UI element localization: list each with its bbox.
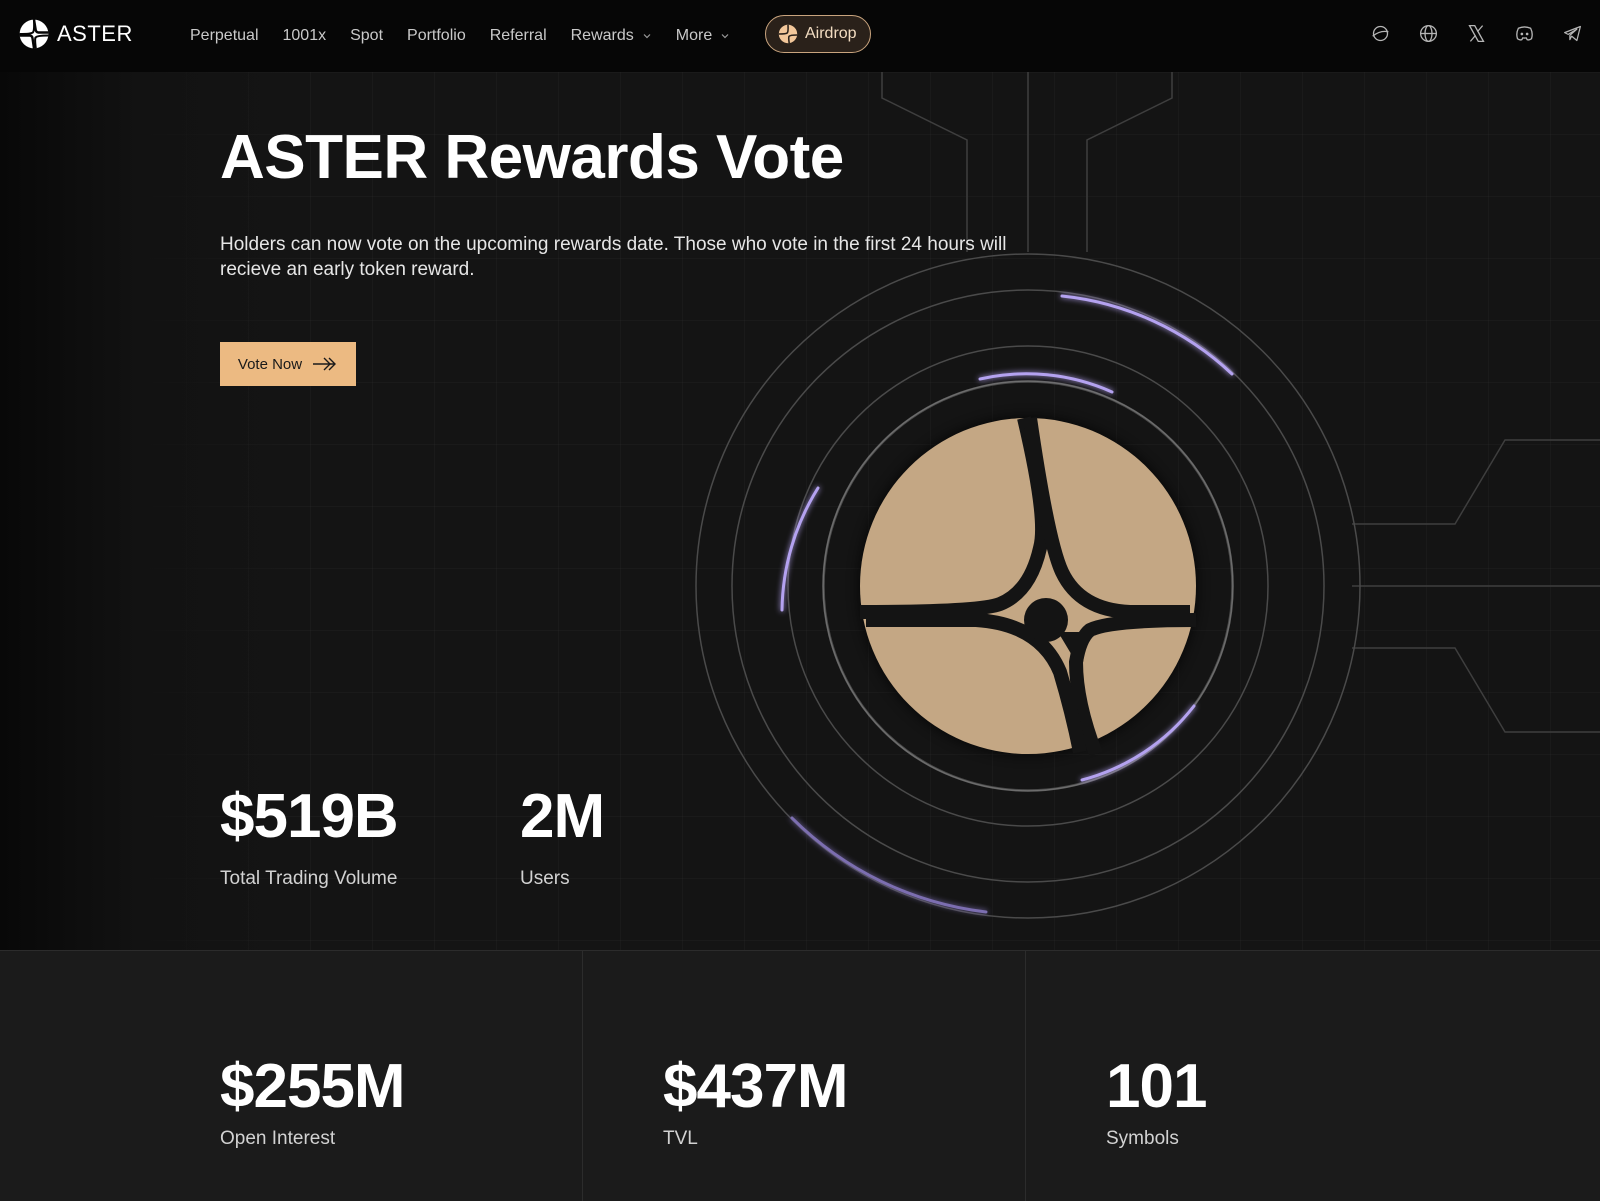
- main-nav: Perpetual 1001x Spot Portfolio Referral …: [190, 0, 754, 72]
- airdrop-button[interactable]: Airdrop: [765, 15, 871, 53]
- globe-icon[interactable]: [1412, 17, 1444, 49]
- nav-item-more-label: More: [675, 27, 713, 44]
- stat-users: 2M Users: [520, 782, 605, 890]
- metric-open-interest: $255M Open Interest: [0, 951, 583, 1201]
- x-icon[interactable]: [1460, 17, 1492, 49]
- top-navigation-bar: ASTER Perpetual 1001x Spot Portfolio Ref…: [0, 0, 1600, 72]
- nav-item-spot[interactable]: Spot: [350, 27, 383, 45]
- brand-name: ASTER: [57, 21, 133, 46]
- chevron-down-icon: [721, 34, 729, 39]
- nav-item-perpetual[interactable]: Perpetual: [190, 27, 259, 45]
- hero-description: Holders can now vote on the upcoming rew…: [220, 234, 1007, 280]
- stat-label: Users: [520, 868, 570, 889]
- stat-value: 2M: [520, 782, 605, 851]
- aster-logo-icon: [19, 19, 49, 49]
- stat-label: Total Trading Volume: [220, 868, 398, 889]
- metric-value: $437M: [663, 1052, 849, 1121]
- chevron-down-icon: [643, 34, 651, 39]
- hero-section: ASTER Rewards Vote Holders can now vote …: [0, 72, 1600, 950]
- metric-symbols: 101 Symbols: [1026, 951, 1600, 1201]
- nav-item-rewards-label: Rewards: [570, 27, 634, 44]
- stat-value: $519B: [220, 782, 399, 851]
- metric-label: TVL: [663, 1128, 698, 1149]
- metric-label: Open Interest: [220, 1128, 336, 1149]
- airdrop-label: Airdrop: [805, 25, 857, 42]
- arrow-right-icon: [313, 357, 337, 371]
- discord-icon[interactable]: [1508, 17, 1540, 49]
- metric-value: 101: [1106, 1052, 1207, 1121]
- telegram-icon[interactable]: [1556, 17, 1588, 49]
- nav-item-more[interactable]: More: [676, 27, 730, 45]
- vote-now-button[interactable]: Vote Now: [220, 342, 356, 386]
- nav-item-referral[interactable]: Referral: [490, 27, 547, 45]
- nav-item-1001x[interactable]: 1001x: [283, 27, 327, 45]
- orbit-icon[interactable]: [1364, 17, 1396, 49]
- metrics-strip: $255M Open Interest $437M TVL 101 Symbol…: [0, 950, 1600, 1201]
- page-title: ASTER Rewards Vote: [220, 123, 844, 192]
- nav-item-rewards[interactable]: Rewards: [571, 27, 652, 45]
- vote-now-label: Vote Now: [237, 355, 303, 373]
- metric-tvl: $437M TVL: [583, 951, 1026, 1201]
- brand-home-link[interactable]: ASTER: [19, 19, 133, 49]
- metric-label: Symbols: [1106, 1128, 1179, 1149]
- aster-logo-icon: [778, 24, 798, 44]
- nav-item-portfolio[interactable]: Portfolio: [407, 27, 466, 45]
- social-links: [1364, 17, 1588, 49]
- stat-total-trading-volume: $519B Total Trading Volume: [220, 782, 399, 890]
- metric-value: $255M: [220, 1052, 406, 1121]
